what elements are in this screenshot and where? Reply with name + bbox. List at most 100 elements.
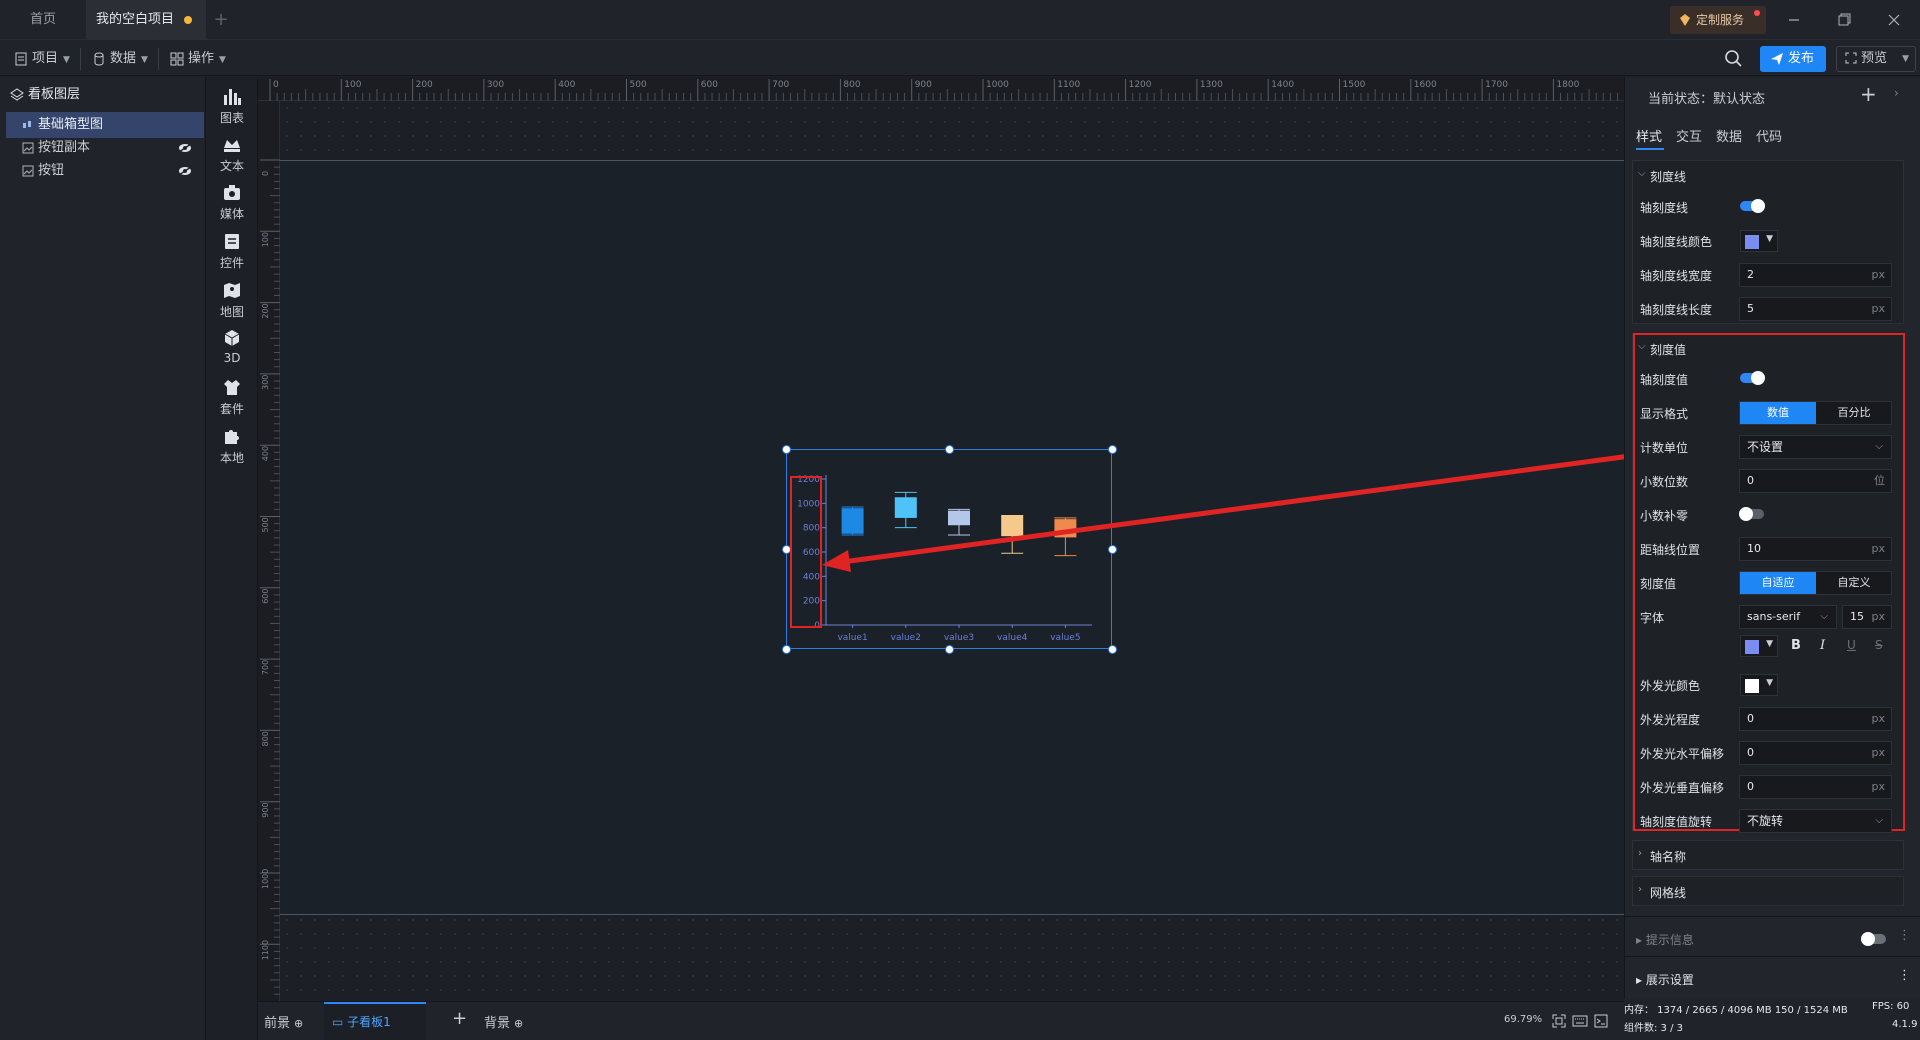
unit-label: px bbox=[1871, 746, 1886, 759]
select-rotate[interactable]: 不旋转 ⌵ bbox=[1739, 809, 1892, 833]
label-tick-mode: 刻度值 bbox=[1640, 577, 1677, 591]
zoom-level[interactable]: 69.79% bbox=[1504, 1014, 1542, 1025]
unit-label: 位 bbox=[1874, 474, 1885, 487]
label-display-format: 显示格式 bbox=[1640, 407, 1689, 421]
terminal-icon[interactable] bbox=[1594, 1014, 1608, 1028]
input-glow-level[interactable]: 0 px bbox=[1739, 707, 1892, 731]
tab-foreground-label: 前景 bbox=[264, 1016, 291, 1031]
fit-screen-icon[interactable] bbox=[1552, 1014, 1566, 1028]
toggle-tooltip[interactable] bbox=[1861, 932, 1886, 946]
section-title: 刻度值 bbox=[1650, 343, 1687, 357]
segmented-tick-mode: 自适应 自定义 bbox=[1739, 571, 1892, 595]
tab-code[interactable]: 代码 bbox=[1756, 126, 1794, 145]
component-count: 组件数: 3 / 3 bbox=[1624, 1023, 1683, 1034]
tab-background[interactable]: 背景 ⊕ bbox=[484, 1012, 523, 1031]
chevron-down-icon: ▼ bbox=[1766, 639, 1773, 649]
input-axis-tick-length[interactable]: 5 px bbox=[1739, 297, 1892, 321]
input-axis-distance[interactable]: 10 px bbox=[1739, 537, 1892, 561]
option-percent[interactable]: 百分比 bbox=[1816, 402, 1892, 424]
input-value: 0 bbox=[1747, 780, 1754, 793]
italic-button[interactable]: I bbox=[1820, 638, 1825, 653]
option-number[interactable]: 数值 bbox=[1740, 402, 1816, 424]
color-picker-glow[interactable]: ▼ bbox=[1740, 674, 1778, 696]
unit-label: px bbox=[1871, 610, 1886, 623]
chevron-right-icon: › bbox=[1638, 884, 1642, 895]
chevron-right-icon: ▸ bbox=[1636, 933, 1643, 947]
add-circle-icon[interactable]: ⊕ bbox=[514, 1017, 523, 1030]
label-rotate: 轴刻度值旋转 bbox=[1640, 815, 1713, 829]
add-state-button[interactable]: + bbox=[1860, 82, 1877, 106]
label-axis-tick-color: 轴刻度线颜色 bbox=[1640, 235, 1713, 249]
section-grid-header[interactable]: › 网格线 bbox=[1638, 884, 1686, 901]
tab-foreground[interactable]: 前景 ⊕ bbox=[264, 1012, 303, 1031]
version-label: 4.1.9 bbox=[1892, 1019, 1918, 1030]
label-axis-tick: 轴刻度线 bbox=[1640, 201, 1689, 215]
label-decimals: 小数位数 bbox=[1640, 475, 1689, 489]
section-tickline-header[interactable]: ⌵ 刻度线 bbox=[1638, 168, 1686, 185]
monitor-icon: ▭ bbox=[332, 1015, 344, 1029]
active-tab-indicator bbox=[1636, 148, 1664, 150]
label-glow-level: 外发光程度 bbox=[1640, 713, 1701, 727]
strikethrough-button[interactable]: S bbox=[1875, 638, 1883, 652]
option-custom[interactable]: 自定义 bbox=[1816, 572, 1892, 594]
underline-button[interactable]: U bbox=[1847, 638, 1856, 652]
input-value: 15 bbox=[1850, 610, 1864, 623]
tab-background-label: 背景 bbox=[484, 1016, 511, 1031]
toggle-axis-tick[interactable] bbox=[1740, 199, 1765, 213]
color-picker-axis-tick[interactable]: ▼ bbox=[1740, 230, 1778, 252]
input-glow-v[interactable]: 0 px bbox=[1739, 775, 1892, 799]
divider bbox=[1624, 916, 1920, 917]
tab-data[interactable]: 数据 bbox=[1716, 126, 1754, 145]
chevron-down-icon: ▼ bbox=[1766, 234, 1773, 244]
bottom-bar: 前景 ⊕ ▭ 子看板1 + 背景 ⊕ 69.79% bbox=[258, 1001, 1624, 1040]
keyboard-icon[interactable] bbox=[1572, 1015, 1588, 1027]
unit-label: px bbox=[1871, 712, 1886, 725]
current-state[interactable]: 当前状态：默认状态 bbox=[1648, 88, 1765, 107]
input-glow-h[interactable]: 0 px bbox=[1739, 741, 1892, 765]
input-axis-tick-width[interactable]: 2 px bbox=[1739, 263, 1892, 287]
label-glow-h: 外发光水平偏移 bbox=[1640, 747, 1725, 761]
status-bar: 内存： 1374 / 2665 / 4096 MB 150 / 1524 MB … bbox=[1624, 999, 1920, 1040]
select-font-family[interactable]: sans-serif ⌵ bbox=[1739, 605, 1837, 629]
more-icon[interactable]: ⋮ bbox=[1898, 928, 1911, 943]
unit-label: px bbox=[1871, 302, 1886, 315]
color-swatch bbox=[1745, 235, 1759, 249]
label-glow-color: 外发光颜色 bbox=[1640, 679, 1701, 693]
color-swatch bbox=[1745, 679, 1759, 693]
tab-subboard[interactable]: ▭ 子看板1 bbox=[324, 1002, 426, 1040]
select-value: 不设置 bbox=[1747, 440, 1784, 454]
tab-interaction[interactable]: 交互 bbox=[1676, 126, 1714, 145]
label-font: 字体 bbox=[1640, 611, 1665, 625]
add-subboard-button[interactable]: + bbox=[452, 1008, 467, 1029]
label-axis-tick-width: 轴刻度线宽度 bbox=[1640, 269, 1713, 283]
section-display-header[interactable]: ▸ 展示设置 bbox=[1636, 971, 1694, 988]
toggle-knob bbox=[1751, 199, 1765, 213]
add-circle-icon[interactable]: ⊕ bbox=[294, 1017, 303, 1030]
segmented-display-format: 数值 百分比 bbox=[1739, 401, 1892, 425]
bold-button[interactable]: B bbox=[1791, 638, 1801, 653]
select-count-unit[interactable]: 不设置 ⌵ bbox=[1739, 435, 1892, 459]
input-decimals[interactable]: 0位 bbox=[1739, 469, 1892, 493]
chevron-right-icon: › bbox=[1638, 848, 1642, 859]
input-font-size[interactable]: 15 px bbox=[1842, 605, 1892, 629]
color-picker-font[interactable]: ▼ bbox=[1740, 635, 1778, 657]
option-adaptive[interactable]: 自适应 bbox=[1740, 572, 1816, 594]
label-axis-tick-length: 轴刻度线长度 bbox=[1640, 303, 1713, 317]
toggle-pad-zero[interactable] bbox=[1739, 507, 1764, 521]
toggle-knob bbox=[1861, 932, 1875, 946]
section-tickvalue-header[interactable]: ⌵ 刻度值 bbox=[1638, 341, 1687, 358]
chevron-right-icon[interactable]: › bbox=[1894, 86, 1899, 100]
label-count-unit: 计数单位 bbox=[1640, 441, 1689, 455]
input-value: 10 bbox=[1747, 542, 1761, 555]
input-value: 5 bbox=[1747, 302, 1754, 315]
toggle-knob bbox=[1739, 507, 1753, 521]
section-title: 轴名称 bbox=[1650, 850, 1687, 864]
section-tooltip-header[interactable]: ▸ 提示信息 bbox=[1636, 931, 1694, 948]
tab-style[interactable]: 样式 bbox=[1636, 126, 1674, 145]
toggle-axis-value[interactable] bbox=[1740, 371, 1765, 385]
more-icon[interactable]: ⋮ bbox=[1898, 968, 1911, 983]
label-glow-v: 外发光垂直偏移 bbox=[1640, 781, 1725, 795]
section-axis-name-header[interactable]: › 轴名称 bbox=[1638, 848, 1687, 865]
divider bbox=[1624, 956, 1920, 957]
chevron-down-icon: ⌵ bbox=[1638, 341, 1646, 352]
